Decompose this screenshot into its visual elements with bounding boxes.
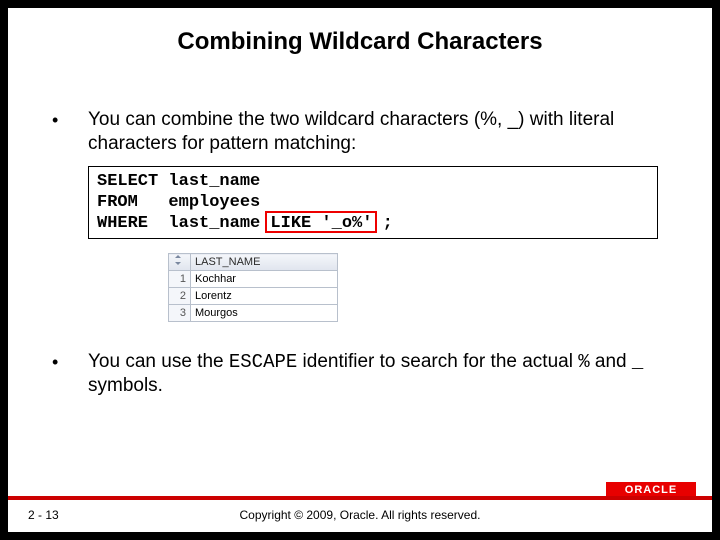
- cell-last-name: Kochhar: [191, 271, 338, 288]
- sort-icon: [175, 255, 183, 265]
- col-last-name: LAST_NAME: [191, 254, 338, 271]
- row-index: 2: [169, 288, 191, 305]
- bullet-2-and: and: [590, 351, 632, 372]
- table-corner-cell: [169, 254, 191, 271]
- bullet-2-pre: You can use the: [88, 351, 229, 372]
- table-row: 3 Mourgos: [169, 305, 338, 322]
- bullet-1: • You can combine the two wildcard chara…: [48, 108, 672, 156]
- copyright-text: Copyright © 2009, Oracle. All rights res…: [8, 508, 712, 522]
- bullet-dot-icon: •: [48, 350, 88, 374]
- row-index: 3: [169, 305, 191, 322]
- code-line-1: SELECT last_name: [97, 171, 649, 192]
- footer-divider: [8, 496, 712, 500]
- table-header-row: LAST_NAME: [169, 254, 338, 271]
- bullet-1-text: You can combine the two wildcard charact…: [88, 108, 672, 156]
- content-area: • You can combine the two wildcard chara…: [48, 108, 672, 408]
- underscore-symbol: _: [632, 351, 643, 373]
- code-line-2: FROM employees: [97, 192, 649, 213]
- table-row: 1 Kochhar: [169, 271, 338, 288]
- slide: Combining Wildcard Characters • You can …: [8, 8, 712, 532]
- cell-last-name: Mourgos: [191, 305, 338, 322]
- escape-keyword: ESCAPE: [229, 351, 297, 373]
- slide-title: Combining Wildcard Characters: [8, 28, 712, 56]
- row-index: 1: [169, 271, 191, 288]
- table-row: 2 Lorentz: [169, 288, 338, 305]
- cell-last-name: Lorentz: [191, 288, 338, 305]
- bullet-dot-icon: •: [48, 108, 88, 132]
- footer: ORACLE 2 - 13 Copyright © 2009, Oracle. …: [8, 492, 712, 532]
- sql-code-block: SELECT last_name FROM employees WHERE la…: [88, 166, 658, 239]
- bullet-2-mid: identifier to search for the actual: [297, 351, 578, 372]
- bullet-2-text: You can use the ESCAPE identifier to sea…: [88, 350, 672, 398]
- code-line-3: WHERE last_name LIKE '_o%' ;: [97, 213, 649, 234]
- bullet-2-post: symbols.: [88, 375, 163, 396]
- result-table: LAST_NAME 1 Kochhar 2 Lorentz 3 Mourgos: [168, 253, 338, 322]
- bullet-2: • You can use the ESCAPE identifier to s…: [48, 350, 672, 398]
- percent-symbol: %: [578, 351, 589, 373]
